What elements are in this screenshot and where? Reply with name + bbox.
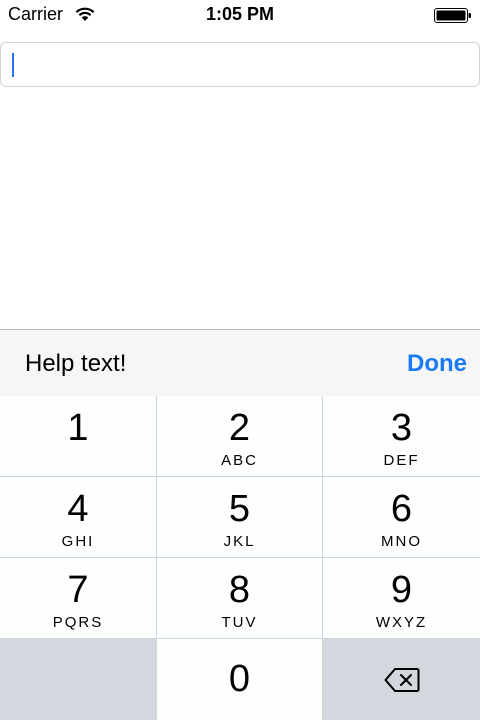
key-1[interactable]: 1 [0,396,156,476]
text-input[interactable] [0,42,480,87]
key-8[interactable]: 8 TUV [157,558,322,638]
blank-key [0,639,156,720]
key-digit: 0 [228,658,251,700]
key-digit: 7 [67,569,89,611]
key-digit: 8 [228,569,251,611]
key-2[interactable]: 2 ABC [157,396,322,476]
key-letters: TUV [221,614,258,631]
help-text-label: Help text! [25,350,127,377]
key-6[interactable]: 6 MNO [323,477,480,557]
key-digit: 5 [228,488,251,530]
key-letters: GHI [61,533,95,550]
done-button[interactable]: Done [407,350,467,378]
key-7[interactable]: 7 PQRS [0,558,156,638]
status-bar: Carrier 1:05 PM [0,0,480,32]
key-0[interactable]: 0 [157,639,322,720]
battery-icon [434,8,471,23]
key-digit: 4 [67,488,89,530]
key-digit: 9 [390,569,413,611]
number-keypad: 1 2 ABC 3 DEF 4 GHI 5 JKL 6 MNO 7 PQRS 8… [0,396,480,720]
key-3[interactable]: 3 DEF [323,396,480,476]
text-cursor [12,53,14,77]
key-digit: 6 [390,488,413,530]
key-letters: PQRS [52,614,104,631]
keyboard-accessory-toolbar: Help text! Done [0,329,480,396]
key-letters: ABC [221,452,258,469]
key-5[interactable]: 5 JKL [157,477,322,557]
backspace-icon [384,667,419,692]
key-letters: MNO [381,533,422,550]
key-digit: 1 [67,407,89,449]
key-digit: 3 [390,407,413,449]
key-9[interactable]: 9 WXYZ [323,558,480,638]
key-digit: 2 [228,407,251,449]
delete-key[interactable] [323,639,480,720]
key-letters: WXYZ [375,614,428,631]
key-letters: JKL [223,533,256,550]
clock: 1:05 PM [205,4,275,24]
key-letters: DEF [383,452,420,469]
key-4[interactable]: 4 GHI [0,477,156,557]
